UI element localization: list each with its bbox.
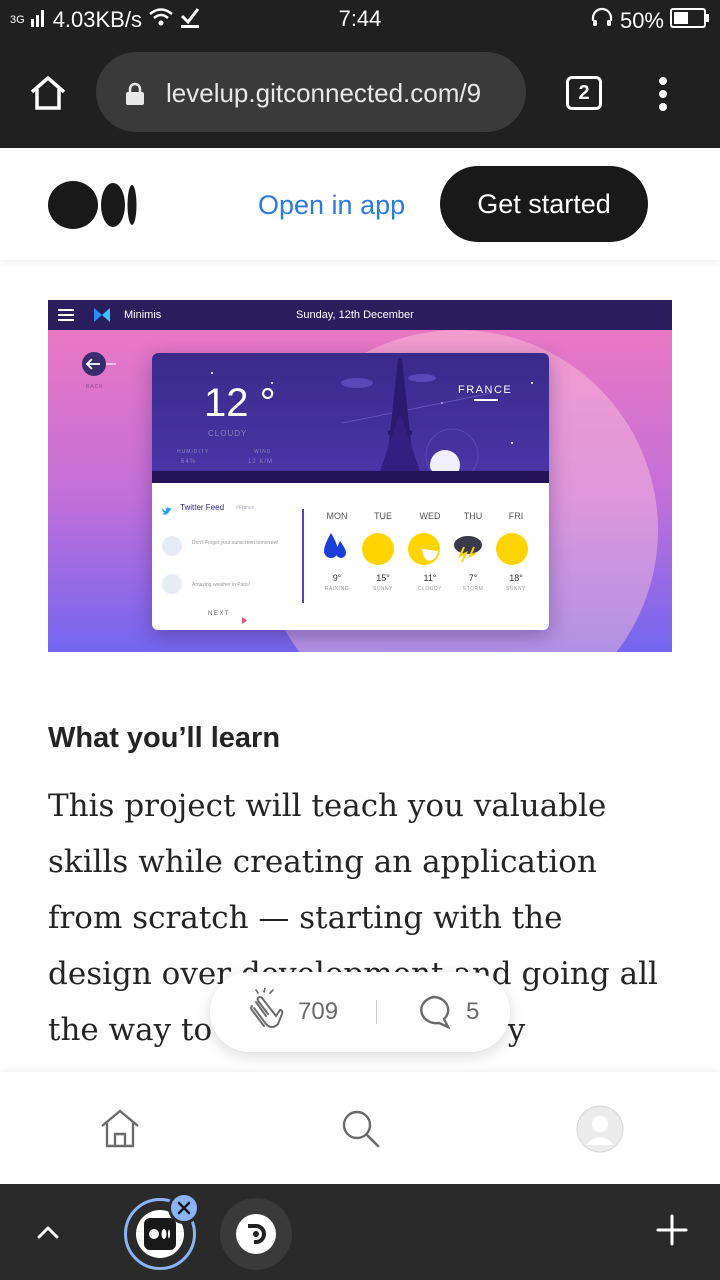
forecast-icons [324, 533, 528, 565]
tweet-avatar [162, 536, 182, 556]
twitter-tag: #France [236, 505, 255, 511]
avatar-icon [576, 1105, 624, 1153]
clap-button[interactable] [244, 987, 288, 1039]
forecast-day: FRI [508, 511, 524, 521]
close-icon [177, 1201, 191, 1215]
forecast-cond: SUNNY [372, 586, 393, 592]
paragraph-line: This project will teach you valuable [48, 788, 607, 824]
hero-app-name: Minimis [124, 309, 162, 321]
site-header: Open in app Get started [0, 150, 720, 260]
status-bar: 3G 4.03KB/s 7:44 50% [0, 0, 720, 38]
second-app-bubble[interactable] [220, 1198, 292, 1270]
overflow-menu-button[interactable] [656, 76, 670, 117]
next-arrow-icon [242, 611, 247, 629]
current-temperature: 12 ° [204, 381, 276, 425]
paragraph-line: from scratch — starting with the [48, 900, 563, 936]
battery-percent: 50% [619, 8, 664, 33]
forecast-cond: CLOUDY [418, 586, 442, 592]
back-label: BACK [86, 384, 104, 390]
nav-search[interactable] [340, 1108, 382, 1155]
nav-profile[interactable] [576, 1105, 624, 1158]
wind-label: WIND [254, 449, 272, 455]
get-started-button[interactable]: Get started [440, 166, 648, 242]
clap-count: 709 [298, 998, 339, 1025]
bottom-nav [0, 1072, 720, 1184]
sun-icon [362, 533, 394, 565]
medium-logo-icon [144, 1218, 176, 1250]
partly-cloudy-icon [408, 533, 440, 565]
browser-toolbar: levelup.gitconnected.com/9 2 [0, 38, 720, 148]
current-condition: CLOUDY [208, 429, 248, 438]
pill-divider [376, 1000, 377, 1024]
paragraph-line: skills while creating an application [48, 844, 597, 880]
sun-icon [496, 533, 528, 565]
more-vert-icon [659, 77, 667, 111]
location-underline [474, 399, 498, 401]
engagement-bar: 709 5 [210, 972, 510, 1052]
location-label: FRANCE [458, 384, 513, 396]
tweet-avatar [162, 574, 182, 594]
home-button[interactable] [28, 74, 68, 117]
wind-value: 12 K/M [248, 459, 274, 465]
forecast-cond: RAINING [324, 586, 350, 592]
response-count: 5 [466, 998, 480, 1025]
app-logo-icon [236, 1214, 276, 1254]
battery-icon [670, 8, 710, 34]
forecast-day: THU [463, 511, 483, 521]
lock-icon [124, 82, 146, 111]
url-text: levelup.gitconnected.com/9 [166, 78, 482, 108]
tab-switcher-button[interactable]: 2 [566, 76, 602, 110]
hero-app-bar: Minimis Sunday, 12th December [48, 300, 672, 330]
forecast-temp: 7° [468, 573, 478, 583]
address-bar[interactable]: levelup.gitconnected.com/9 [96, 52, 526, 132]
hamburger-icon [58, 309, 74, 324]
weather-sky-panel: 12 ° CLOUDY FRANCE HUMIDITY 64% WIND 12 … [152, 353, 549, 483]
weather-card: 12 ° CLOUDY FRANCE HUMIDITY 64% WIND 12 … [152, 353, 549, 630]
forecast-temp: 15° [376, 573, 390, 583]
forecast-day: WED [419, 511, 441, 521]
medium-logo[interactable] [48, 180, 138, 235]
forecast-temp: 18° [509, 573, 523, 583]
twitter-feed-title: Twitter Feed [180, 503, 225, 512]
forecast-cond: SUNNY [505, 586, 526, 592]
medium-logo-icon [48, 181, 137, 229]
plus-icon [656, 1214, 688, 1246]
hero-date: Sunday, 12th December [296, 309, 414, 321]
twitter-icon [162, 503, 172, 521]
next-label: NEXT [208, 611, 231, 617]
responses-button[interactable] [416, 994, 452, 1035]
browser-bottom-bar [0, 1184, 720, 1280]
hero-image: Minimis Sunday, 12th December BACK 12 ° … [48, 300, 672, 652]
back-arrow-icon [82, 350, 116, 383]
card-divider [302, 509, 304, 603]
forecast-cond: STORM [462, 586, 484, 592]
search-icon [342, 1110, 380, 1148]
browser-home-icon [30, 76, 66, 110]
chevron-up-icon [37, 1226, 59, 1239]
open-in-app-link[interactable]: Open in app [258, 190, 405, 221]
minimis-logo-icon [94, 308, 110, 325]
close-bubble-button[interactable] [168, 1192, 200, 1224]
humidity-value: 64% [181, 459, 197, 465]
clap-icon [250, 987, 284, 1028]
forecast-day: TUE [374, 511, 392, 521]
article-paragraph: This project will teach you valuable ski… [48, 778, 688, 1114]
tweet-text: Amazing weather in Paris! [192, 582, 251, 588]
section-heading: What you’ll learn [48, 722, 281, 754]
forecast-temp: 11° [423, 573, 437, 583]
tweet-text: Don't Forget your sunscreen tomorrow! [192, 540, 279, 546]
new-bubble-button[interactable] [656, 1214, 688, 1251]
forecast-temp: 9° [332, 573, 342, 583]
humidity-label: HUMIDITY [177, 449, 210, 455]
nav-home[interactable] [98, 1106, 142, 1155]
headset-icon [590, 6, 614, 36]
expand-button[interactable] [36, 1224, 60, 1245]
forecast-day: MON [326, 511, 348, 521]
rain-icon [324, 533, 346, 558]
home-icon [101, 1109, 139, 1148]
chat-bubble-icon [420, 995, 451, 1030]
storm-icon [454, 536, 482, 563]
status-right: 50% [590, 6, 710, 36]
